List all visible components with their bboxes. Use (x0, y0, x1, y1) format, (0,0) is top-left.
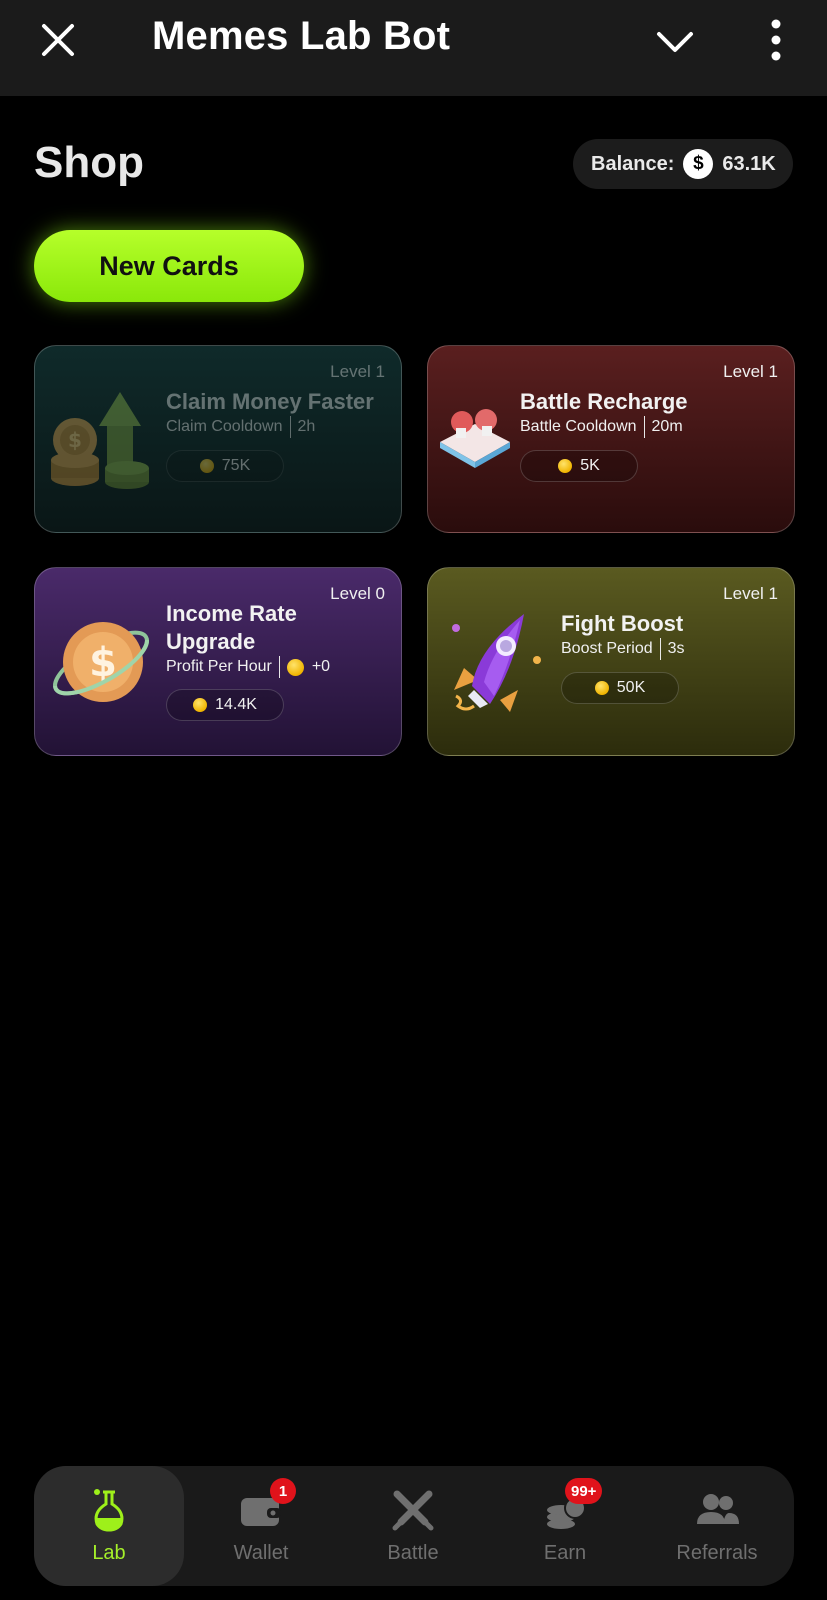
gold-coin-icon (594, 681, 609, 695)
close-icon[interactable] (38, 20, 78, 60)
crossed-swords-icon (392, 1490, 434, 1531)
card-price-button[interactable]: 14.4K (166, 689, 284, 721)
nav-item-referrals[interactable]: Referrals (642, 1466, 792, 1586)
tab-new-cards[interactable]: New Cards (34, 230, 304, 302)
boxing-ring-icon (440, 409, 510, 468)
dollar-coin-icon: $ (683, 149, 714, 179)
card-name: Fight Boost (561, 611, 684, 636)
meta-value: +0 (311, 658, 331, 675)
gold-coin-icon (558, 459, 573, 473)
nav-label: Battle (387, 1542, 439, 1564)
gold-coin-icon (199, 459, 214, 473)
bottom-nav: Lab 1 Wallet Battle 99+ Earn Referrals (34, 1466, 794, 1586)
divider (643, 416, 645, 438)
meta-label: Profit Per Hour (166, 658, 272, 675)
card-meta: Battle Cooldown 20m (520, 416, 683, 438)
card-level: Level 1 (723, 362, 778, 381)
meta-value: 2h (297, 418, 316, 435)
gold-coin-icon (193, 698, 208, 712)
price-value: 50K (616, 679, 646, 696)
money-stack-arrow-icon: $ (51, 392, 149, 489)
more-vertical-icon[interactable] (758, 18, 794, 62)
nav-item-lab[interactable]: Lab (34, 1466, 184, 1586)
top-bar: Memes Lab Bot (0, 0, 827, 96)
chevron-down-icon[interactable] (655, 22, 695, 62)
flask-icon (94, 1489, 124, 1532)
card-meta: Claim Cooldown 2h (166, 416, 315, 438)
balance-pill: Balance: $ 63.1K (573, 139, 793, 189)
card-meta: Boost Period 3s (561, 638, 685, 660)
nav-label: Earn (543, 1542, 587, 1564)
meta-value: 3s (667, 640, 685, 657)
card-price-button[interactable]: 75K (166, 450, 284, 482)
shop-card-fight-boost[interactable]: Level 1 Fight Boost Boost Period 3s 50K (427, 567, 795, 756)
card-name-line2: Upgrade (166, 629, 256, 654)
notification-badge: 99+ (565, 1478, 603, 1504)
card-name-line1: Income Rate (166, 601, 297, 626)
balance-label: Balance: (591, 152, 675, 175)
price-value: 14.4K (215, 696, 257, 713)
balance-value: 63.1K (722, 152, 776, 175)
nav-label: Referrals (676, 1542, 758, 1564)
nav-label: Lab (92, 1542, 126, 1564)
rocket-icon (452, 614, 541, 712)
gold-coin-icon (286, 658, 304, 676)
meta-value: 20m (651, 418, 683, 435)
shop-card-claim-money-faster[interactable]: Level 1 $ Claim Money Faster Claim Coold… (34, 345, 402, 533)
card-price-button[interactable]: 5K (520, 450, 638, 482)
shop-card-income-rate-upgrade[interactable]: Level 0 $ Income Rate Upgrade Profit Per… (34, 567, 402, 756)
dollar-coin-orbit-icon: $ (53, 622, 150, 702)
nav-item-earn[interactable]: 99+ Earn (490, 1466, 640, 1586)
divider (289, 416, 291, 438)
card-name: Battle Recharge (520, 389, 688, 414)
divider (659, 638, 661, 660)
app-title: Memes Lab Bot (152, 14, 451, 58)
card-name: Claim Money Faster (166, 389, 374, 414)
meta-label: Claim Cooldown (166, 418, 283, 435)
nav-item-battle[interactable]: Battle (338, 1466, 488, 1586)
nav-item-wallet[interactable]: 1 Wallet (186, 1466, 336, 1586)
card-name: Income Rate Upgrade (166, 600, 297, 656)
meta-label: Boost Period (561, 640, 653, 657)
users-icon (697, 1494, 739, 1524)
card-price-button[interactable]: 50K (561, 672, 679, 704)
card-level: Level 1 (330, 362, 385, 381)
card-level: Level 0 (330, 584, 385, 603)
card-level: Level 1 (723, 584, 778, 603)
price-value: 5K (580, 457, 600, 474)
divider (278, 656, 280, 678)
svg-text:$: $ (68, 428, 82, 452)
meta-label: Battle Cooldown (520, 418, 637, 435)
nav-label: Wallet (233, 1542, 289, 1564)
card-meta: Profit Per Hour +0 (166, 656, 330, 678)
price-value: 75K (221, 457, 251, 474)
notification-badge: 1 (270, 1478, 296, 1504)
page-title: Shop (34, 138, 144, 187)
shop-card-battle-recharge[interactable]: Level 1 Battle Recharge Battle Cooldown … (427, 345, 795, 533)
